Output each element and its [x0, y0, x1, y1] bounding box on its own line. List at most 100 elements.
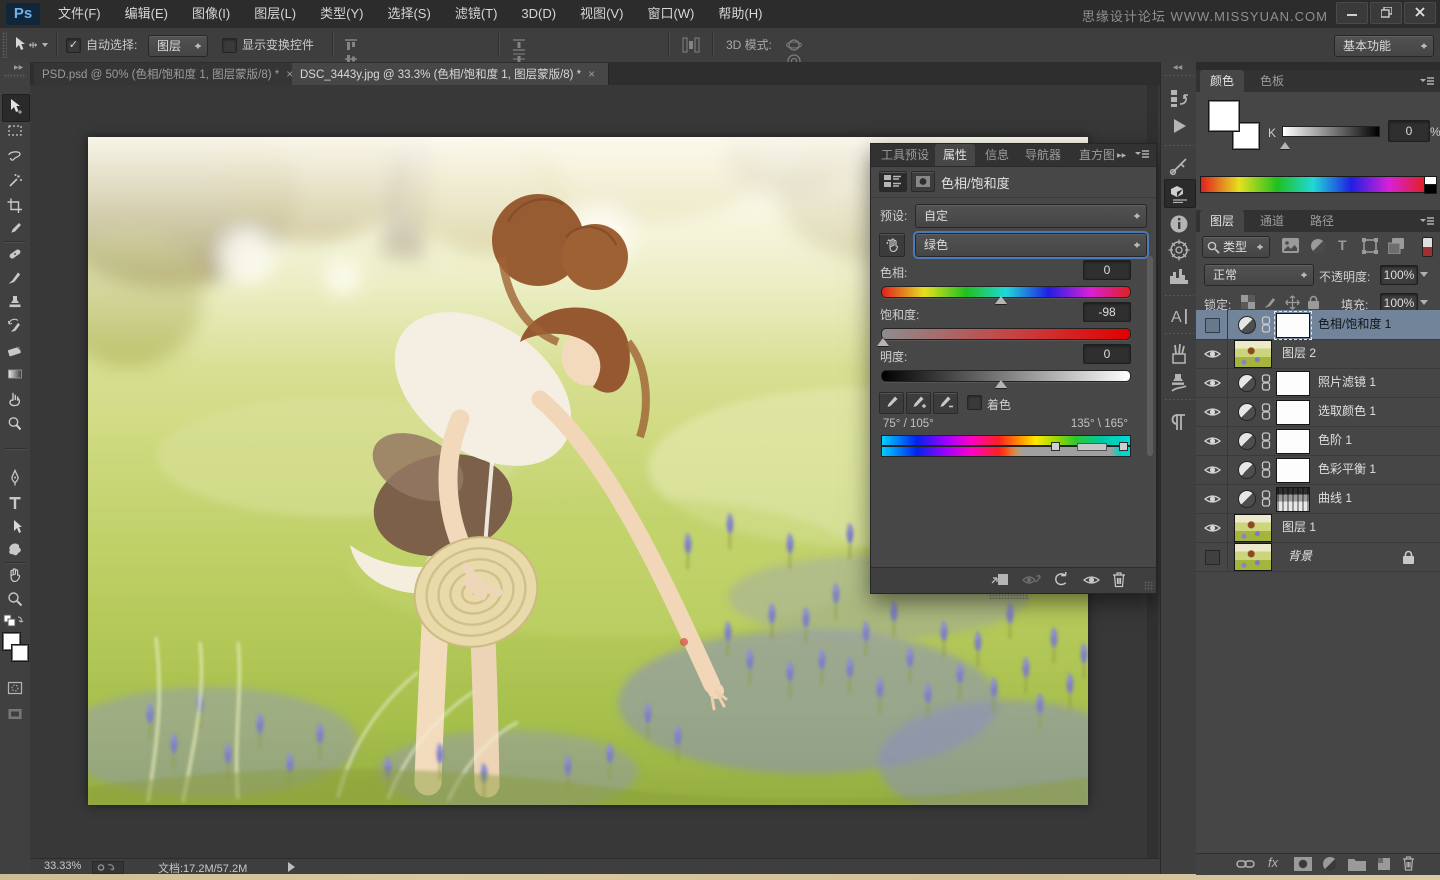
background-color-swatch[interactable] — [11, 644, 29, 662]
auto-select-checkbox[interactable]: ✓ — [66, 38, 81, 53]
opacity-caret-icon[interactable] — [1420, 272, 1428, 281]
navigator-panel-icon[interactable] — [1167, 238, 1191, 262]
colorize-checkbox[interactable] — [967, 395, 982, 410]
layer-row-hue-saturation[interactable]: 色相/饱和度 1 — [1196, 310, 1440, 340]
lightness-value-field[interactable]: 0 — [1083, 344, 1131, 364]
tool-crop[interactable] — [5, 196, 25, 216]
eye-icon[interactable] — [1204, 406, 1221, 418]
add-layer-mask-icon[interactable] — [1294, 857, 1312, 871]
menu-edit[interactable]: 编辑(E) — [113, 0, 180, 28]
targeted-adjustment-tool[interactable] — [879, 233, 905, 257]
tool-lasso[interactable] — [5, 146, 25, 166]
eye-icon[interactable] — [1204, 522, 1221, 534]
layer-thumbnail[interactable] — [1234, 543, 1272, 571]
filter-adjustment-layers-icon[interactable] — [1310, 238, 1326, 254]
layer-row-layer2[interactable]: 图层 2 — [1196, 339, 1440, 369]
saturation-slider-thumb[interactable] — [877, 332, 889, 346]
histogram-panel-icon[interactable] — [1167, 264, 1191, 288]
eye-icon[interactable] — [1204, 435, 1221, 447]
panel-menu-icon[interactable] — [1135, 150, 1149, 160]
foreground-color-swatch[interactable] — [1208, 100, 1240, 132]
tab-channels[interactable]: 通道 — [1250, 210, 1294, 232]
filter-smart-objects-icon[interactable] — [1388, 238, 1405, 254]
filter-toggle-switch[interactable] — [1422, 237, 1433, 257]
mask-link-icon[interactable] — [1261, 374, 1271, 391]
tab-dsc-active[interactable]: DSC_3443y.jpg @ 33.3% (色相/饱和度 1, 图层蒙版/8)… — [292, 63, 609, 85]
eyedropper-sample-button[interactable] — [879, 392, 904, 414]
view-previous-state-icon[interactable] — [1021, 572, 1043, 587]
mask-link-icon[interactable] — [1261, 403, 1271, 420]
layer-name[interactable]: 图层 2 — [1282, 339, 1316, 368]
eyedropper-add-button[interactable] — [906, 392, 931, 414]
layer-thumbnail[interactable] — [1234, 340, 1272, 368]
align-top-edges-icon[interactable] — [344, 38, 358, 52]
brush-presets-panel-icon[interactable] — [1167, 342, 1191, 366]
new-adjustment-layer-icon[interactable] — [1322, 856, 1338, 872]
tab-psd[interactable]: PSD.psd @ 50% (色相/饱和度 1, 图层蒙版/8) * × — [34, 63, 297, 85]
layer-mask-thumbnail[interactable] — [1276, 457, 1310, 483]
properties-panel-icon-selected[interactable] — [1164, 179, 1196, 208]
tool-clone-stamp[interactable] — [5, 292, 25, 312]
eye-icon[interactable] — [1204, 377, 1221, 389]
zoom-level-field[interactable]: 33.33% — [44, 860, 81, 872]
tool-spot-healing[interactable] — [5, 244, 25, 264]
layer-mask-thumbnail[interactable] — [1276, 370, 1310, 396]
layer-filter-dropdown[interactable]: 类型 — [1202, 236, 1270, 258]
delete-layer-icon[interactable] — [1402, 855, 1415, 871]
tool-custom-shape[interactable] — [5, 540, 25, 560]
history-panel-icon[interactable] — [1167, 86, 1191, 110]
eyedropper-subtract-button[interactable] — [933, 392, 958, 414]
menu-3d[interactable]: 3D(D) — [509, 0, 568, 28]
new-layer-icon[interactable] — [1376, 856, 1392, 872]
visibility-cell[interactable] — [1196, 455, 1228, 484]
layer-mask-thumbnail[interactable] — [1276, 399, 1310, 425]
close-button[interactable] — [1404, 2, 1436, 24]
tab-histogram[interactable]: 直方图 — [1071, 144, 1123, 166]
tab-info[interactable]: 信息 — [977, 144, 1017, 166]
k-slider-thumb[interactable] — [1280, 137, 1290, 149]
blend-mode-dropdown[interactable]: 正常 — [1204, 264, 1314, 286]
tool-presets-panel-icon[interactable] — [1167, 154, 1191, 178]
clip-to-layer-icon[interactable] — [991, 573, 1009, 587]
tool-quick-selection[interactable] — [5, 171, 25, 191]
menu-view[interactable]: 视图(V) — [568, 0, 635, 28]
visibility-cell[interactable] — [1196, 368, 1228, 397]
layer-name[interactable]: 照片滤镜 1 — [1318, 368, 1376, 397]
show-transform-checkbox[interactable] — [222, 38, 237, 53]
range-handle-left[interactable] — [1051, 442, 1060, 451]
visibility-checkbox-off[interactable] — [1205, 318, 1220, 333]
dock-grip[interactable] — [1164, 294, 1194, 298]
mask-link-icon[interactable] — [1261, 490, 1271, 507]
tool-brush[interactable] — [5, 268, 25, 288]
clone-source-panel-icon[interactable] — [1167, 370, 1191, 394]
mask-properties-icon[interactable] — [911, 171, 935, 192]
layer-row-levels[interactable]: 色阶 1 — [1196, 426, 1440, 456]
layer-name[interactable]: 选取颜色 1 — [1318, 397, 1376, 426]
layer-row-color-balance[interactable]: 色彩平衡 1 — [1196, 455, 1440, 485]
eye-icon[interactable] — [1204, 493, 1221, 505]
tab-navigator[interactable]: 导航器 — [1017, 144, 1069, 166]
visibility-cell[interactable] — [1196, 397, 1228, 426]
menu-image[interactable]: 图像(I) — [180, 0, 242, 28]
visibility-cell[interactable] — [1196, 484, 1228, 513]
preset-dropdown[interactable]: 自定 — [915, 204, 1147, 228]
layer-row-layer1[interactable]: 图层 1 — [1196, 513, 1440, 543]
tab-layers[interactable]: 图层 — [1200, 210, 1245, 232]
tool-history-brush[interactable] — [5, 316, 25, 336]
visibility-cell[interactable] — [1196, 339, 1228, 368]
visibility-cell[interactable] — [1196, 310, 1228, 339]
layer-name[interactable]: 色相/饱和度 1 — [1318, 310, 1391, 339]
fill-caret-icon[interactable] — [1420, 300, 1428, 309]
layer-name[interactable]: 图层 1 — [1282, 513, 1316, 542]
menu-layer[interactable]: 图层(L) — [242, 0, 308, 28]
layer-name[interactable]: 色阶 1 — [1318, 426, 1352, 455]
adjustment-list-icon[interactable] — [879, 171, 907, 192]
layer-row-photo-filter[interactable]: 照片滤镜 1 — [1196, 368, 1440, 398]
color-spectrum-ramp[interactable] — [1200, 176, 1426, 193]
range-handle-right[interactable] — [1119, 442, 1128, 451]
menu-help[interactable]: 帮助(H) — [706, 0, 774, 28]
character-panel-icon[interactable]: A — [1167, 304, 1191, 328]
panel-resize-grip[interactable] — [1144, 581, 1154, 591]
range-inner-bar[interactable] — [1077, 443, 1107, 451]
status-flyout-arrow-icon[interactable] — [288, 862, 300, 872]
